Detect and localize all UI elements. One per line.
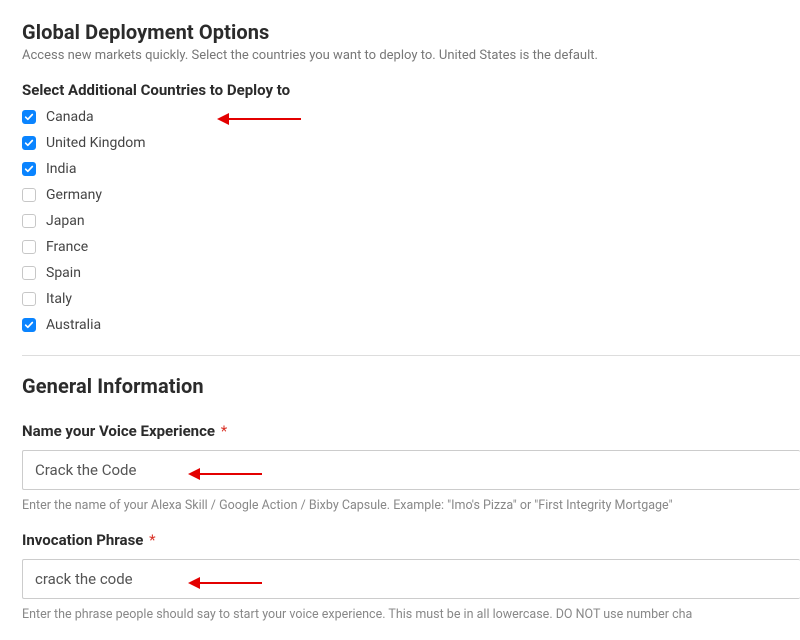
country-item: Spain <box>22 263 800 283</box>
countries-sublabel: Select Additional Countries to Deploy to <box>22 81 800 99</box>
country-item: Germany <box>22 185 800 205</box>
annotation-arrow-invocation <box>188 577 262 589</box>
general-section-title: General Information <box>22 374 800 398</box>
country-item: France <box>22 237 800 257</box>
invocation-field-group: Invocation Phrase * Enter the phrase peo… <box>22 531 800 622</box>
country-item: United Kingdom <box>22 133 800 153</box>
country-list: Canada United Kingdom India Germany Japan Fra… <box>22 107 800 335</box>
country-checkbox[interactable] <box>22 110 36 124</box>
invocation-field-hint: Enter the phrase people should say to st… <box>22 607 800 622</box>
country-label: Japan <box>46 213 85 229</box>
country-label: Spain <box>46 265 81 281</box>
section-divider <box>22 355 800 356</box>
name-field-input[interactable] <box>22 450 800 490</box>
required-asterisk: * <box>221 422 227 440</box>
country-label: Germany <box>46 187 102 203</box>
country-checkbox[interactable] <box>22 162 36 176</box>
country-item: Japan <box>22 211 800 231</box>
country-checkbox[interactable] <box>22 318 36 332</box>
country-item: Canada <box>22 107 800 127</box>
name-field-hint: Enter the name of your Alexa Skill / Goo… <box>22 498 800 513</box>
deployment-section-desc: Access new markets quickly. Select the c… <box>22 48 800 63</box>
country-checkbox[interactable] <box>22 292 36 306</box>
required-asterisk: * <box>149 531 155 549</box>
invocation-field-input[interactable] <box>22 559 800 599</box>
country-label: France <box>46 239 88 255</box>
name-field-label: Name your Voice Experience * <box>22 422 800 440</box>
country-checkbox[interactable] <box>22 188 36 202</box>
country-checkbox[interactable] <box>22 240 36 254</box>
country-checkbox[interactable] <box>22 136 36 150</box>
annotation-arrow-canada <box>217 113 301 125</box>
country-label: Australia <box>46 317 101 333</box>
invocation-field-label-text: Invocation Phrase <box>22 531 143 549</box>
country-item: Italy <box>22 289 800 309</box>
country-label: India <box>46 161 76 177</box>
country-label: United Kingdom <box>46 135 146 151</box>
country-checkbox[interactable] <box>22 266 36 280</box>
country-label: Italy <box>46 291 72 307</box>
annotation-arrow-name <box>188 468 262 480</box>
country-item: India <box>22 159 800 179</box>
country-item: Australia <box>22 315 800 335</box>
country-label: Canada <box>46 109 94 125</box>
invocation-field-label: Invocation Phrase * <box>22 531 800 549</box>
name-field-label-text: Name your Voice Experience <box>22 422 215 440</box>
name-field-group: Name your Voice Experience * Enter the n… <box>22 422 800 513</box>
country-checkbox[interactable] <box>22 214 36 228</box>
deployment-section-title: Global Deployment Options <box>22 20 800 44</box>
